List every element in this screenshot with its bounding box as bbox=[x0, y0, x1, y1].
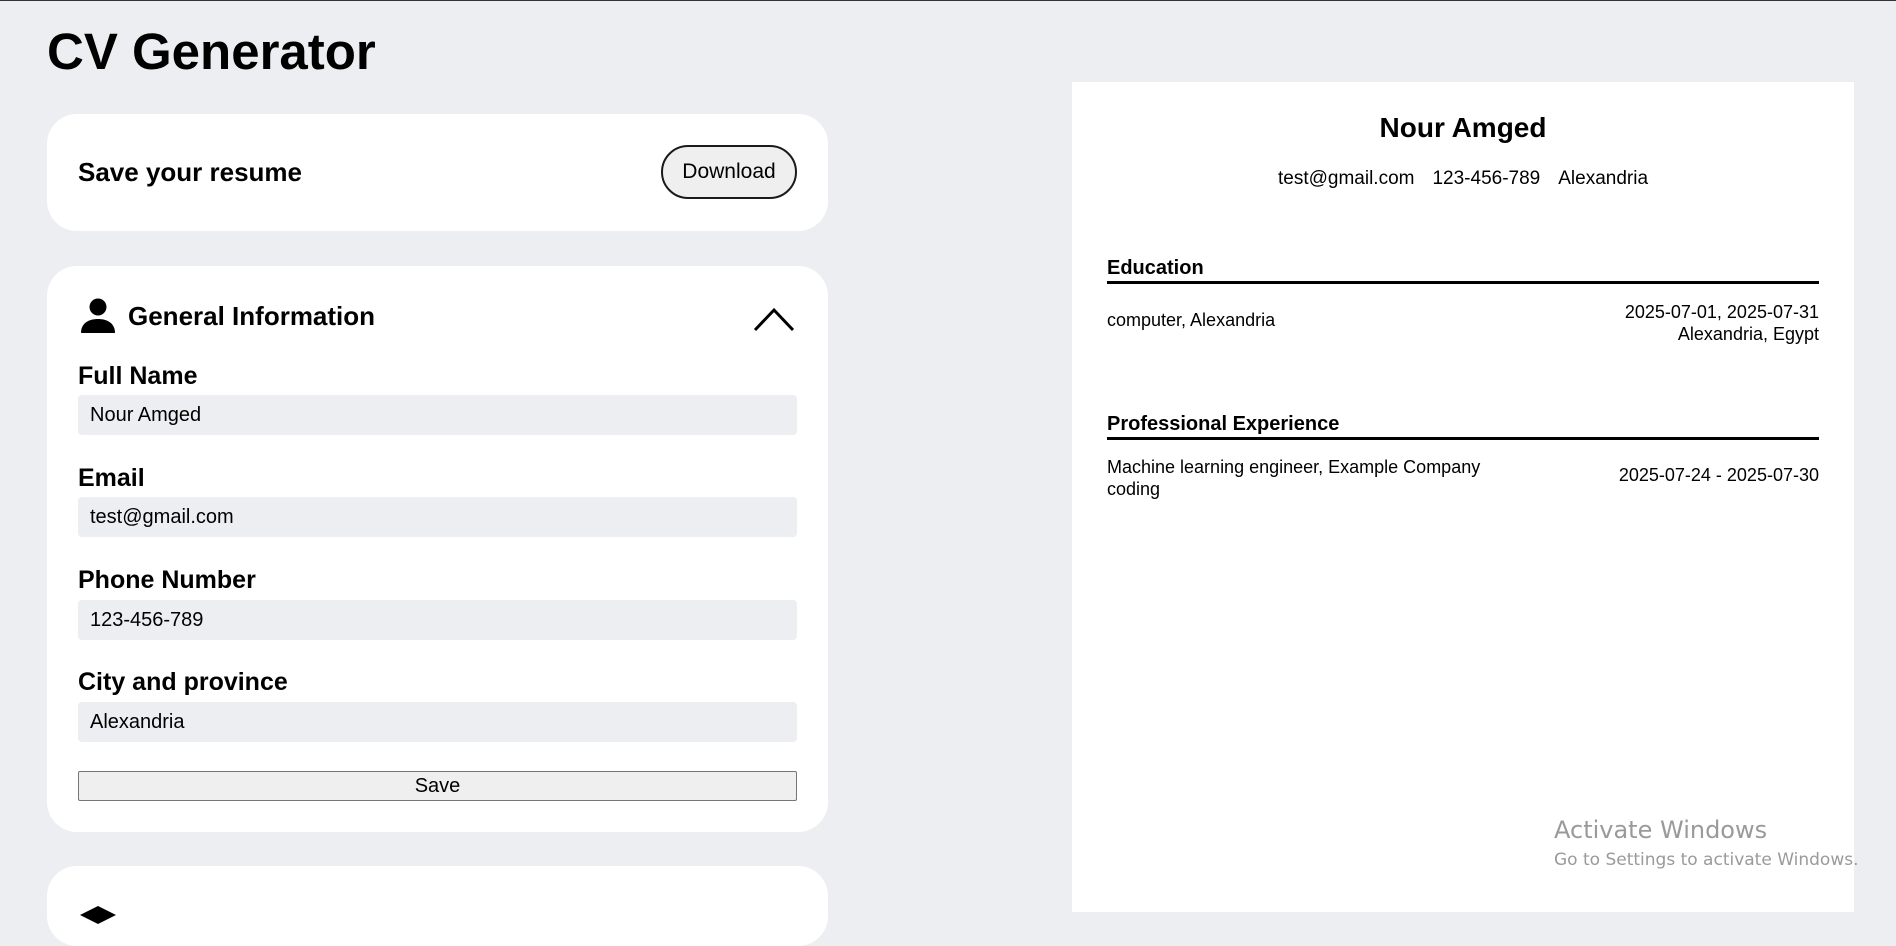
cv-experience-description: coding bbox=[1107, 479, 1161, 499]
cv-education-meta: 2025-07-01, 2025-07-31 Alexandria, Egypt bbox=[1625, 301, 1819, 345]
cv-experience-position: Machine learning engineer, Example Compa… bbox=[1107, 457, 1481, 477]
cv-phone: 123-456-789 bbox=[1432, 168, 1541, 189]
download-button[interactable]: Download bbox=[661, 145, 797, 199]
save-button[interactable]: Save bbox=[78, 771, 797, 801]
general-information-header[interactable]: General Information bbox=[78, 296, 375, 336]
activate-windows-title: Activate Windows bbox=[1554, 816, 1768, 844]
full-name-input[interactable] bbox=[78, 395, 797, 435]
cv-education-school: computer, Alexandria bbox=[1107, 310, 1276, 330]
cv-education-location: Alexandria, Egypt bbox=[1677, 324, 1819, 344]
email-label: Email bbox=[78, 464, 145, 492]
cv-experience-dates: 2025-07-24 - 2025-07-30 bbox=[1618, 465, 1819, 485]
city-province-input[interactable] bbox=[78, 702, 797, 742]
general-information-card: General Information Full Name Email Phon… bbox=[47, 266, 828, 832]
save-resume-label: Save your resume bbox=[78, 157, 303, 187]
cv-name: Nour Amged bbox=[1379, 112, 1547, 143]
city-province-label: City and province bbox=[78, 668, 288, 696]
graduation-cap-icon bbox=[80, 906, 116, 924]
activate-windows-subtitle: Go to Settings to activate Windows. bbox=[1554, 850, 1859, 870]
phone-number-label: Phone Number bbox=[78, 566, 256, 594]
section-title: General Information bbox=[128, 300, 376, 331]
email-input[interactable] bbox=[78, 497, 797, 537]
window-top-border bbox=[0, 0, 1896, 1]
full-name-label: Full Name bbox=[78, 362, 198, 390]
page-title: CV Generator bbox=[47, 23, 376, 80]
resume-preview: Nour Amged test@gmail.com 123-456-789 Al… bbox=[1072, 82, 1854, 912]
cv-experience-details: Machine learning engineer, Example Compa… bbox=[1107, 456, 1480, 500]
chevron-up-icon[interactable] bbox=[753, 306, 795, 332]
cv-education-dates: 2025-07-01, 2025-07-31 bbox=[1624, 302, 1819, 322]
cv-email: test@gmail.com bbox=[1277, 168, 1415, 189]
cv-experience-title: Professional Experience bbox=[1107, 413, 1819, 440]
cv-contact-line: test@gmail.com 123-456-789 Alexandria bbox=[1072, 168, 1854, 190]
cv-education-title: Education bbox=[1107, 257, 1819, 284]
cv-city: Alexandria bbox=[1558, 168, 1649, 189]
person-icon bbox=[81, 298, 115, 333]
next-section-card bbox=[47, 866, 828, 946]
phone-number-input[interactable] bbox=[78, 600, 797, 640]
